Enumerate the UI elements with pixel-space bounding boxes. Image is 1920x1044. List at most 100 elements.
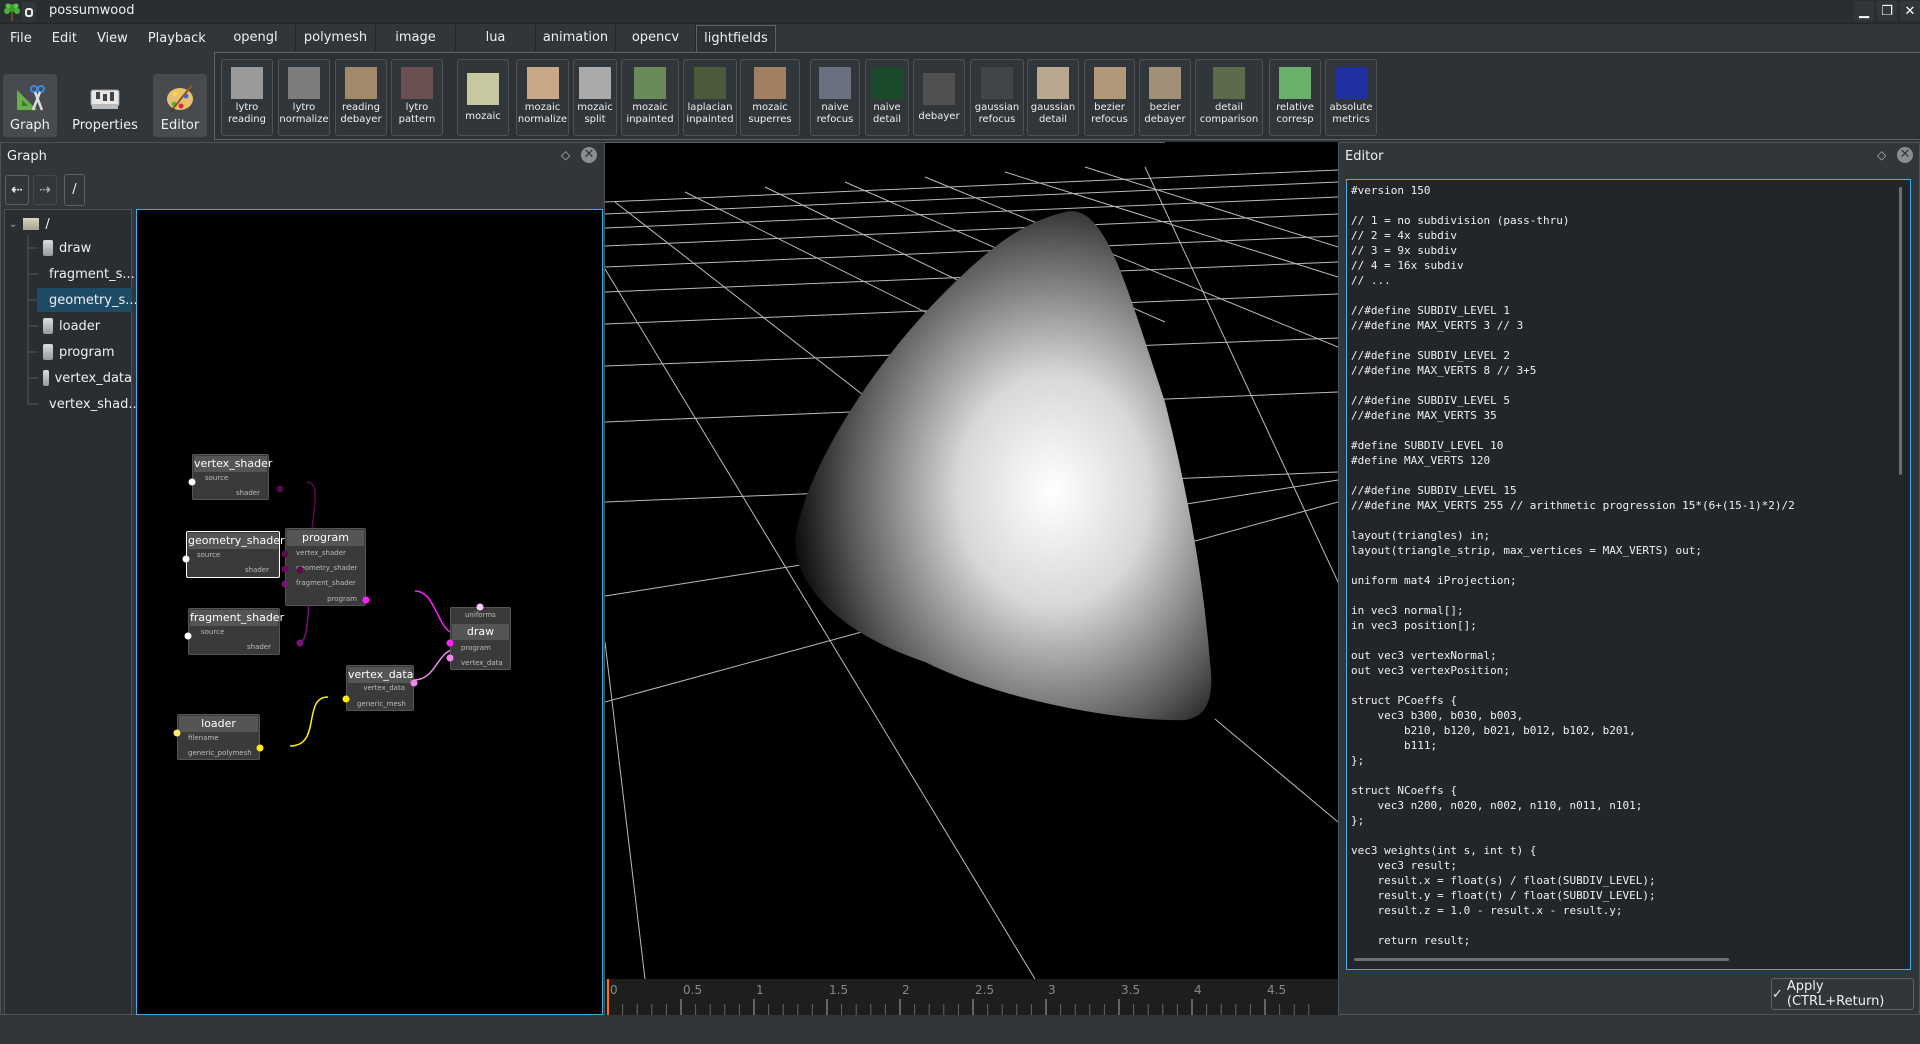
toolbar-button-mozaic-inpainted[interactable]: mozaic inpainted <box>621 59 679 136</box>
port-draw-uniforms <box>476 603 484 611</box>
tree-item-geometry-shader[interactable]: geometry_s... <box>37 288 138 312</box>
tree-item-label: vertex_shad... <box>49 396 141 412</box>
toolbar-button-gaussian-detail[interactable]: gaussian detail <box>1027 59 1079 136</box>
timeline[interactable]: 0 0.5 1 1.5 2 2.5 3 3.5 4 4.5 <box>605 979 1338 1015</box>
tree-item-label: loader <box>59 318 101 334</box>
code-editor[interactable]: #version 150 // 1 = no subdivision (pass… <box>1346 179 1911 970</box>
editor-dock-float-icon[interactable]: ◇ <box>1877 149 1889 161</box>
toolbar-button-label: naive detail <box>872 102 902 125</box>
toolbar-button-mozaic-superres[interactable]: mozaic superres <box>740 59 800 136</box>
toolbar-button-relative-corresp[interactable]: relative corresp <box>1269 59 1321 136</box>
toolbar-button-laplacian-inpainted[interactable]: laplacian inpainted <box>683 59 737 136</box>
apply-button[interactable]: ✓ Apply (CTRL+Return) <box>1771 978 1914 1010</box>
tab-polymesh[interactable]: polymesh <box>296 25 376 51</box>
toolbar-button-label: mozaic <box>465 111 501 122</box>
editor-mode-button[interactable]: Editor <box>153 74 207 137</box>
toolbar-button-label: detail comparison <box>1199 102 1259 125</box>
node-thumbnail-icon <box>754 67 786 99</box>
tree-item-draw[interactable]: draw <box>37 236 132 260</box>
toolbar-button-naive-detail[interactable]: naive detail <box>865 59 909 136</box>
menu-file[interactable]: File <box>0 28 42 50</box>
horizontal-scrollbar[interactable] <box>1354 958 1729 961</box>
node-thumbnail-icon <box>819 67 851 99</box>
forward-button[interactable]: ⇢ <box>33 175 57 205</box>
tree-item-vertex-shader[interactable]: vertex_shad... <box>37 392 141 416</box>
toolbar-button-debayer[interactable]: debayer <box>913 59 965 136</box>
tab-animation[interactable]: animation <box>536 25 616 51</box>
mode-buttons: Graph Properties Editor <box>3 74 207 137</box>
graph-mode-label: Graph <box>10 118 50 133</box>
graph-dock: Graph ◇ ✕ ⇠ ⇢ / ⌄ / draw fragment_s... g… <box>0 142 605 1015</box>
tree-root[interactable]: ⌄ / <box>5 212 50 236</box>
editor-dock-close-icon[interactable]: ✕ <box>1897 147 1913 163</box>
tab-image[interactable]: image <box>376 25 456 51</box>
node-thumbnail-icon <box>1213 67 1245 99</box>
tab-lightfields[interactable]: lightfields <box>696 25 776 52</box>
toolbar-button-reading-debayer[interactable]: reading debayer <box>335 59 387 136</box>
status-bar <box>0 1017 1920 1044</box>
graph-tools-icon <box>17 85 45 111</box>
lightfields-toolbar: lytro reading lytro normalize reading deba… <box>214 52 1920 140</box>
path-root-button[interactable]: / <box>64 174 85 206</box>
tree-item-program[interactable]: program <box>37 340 132 364</box>
toolbar-button-bezier-refocus[interactable]: bezier refocus <box>1084 59 1135 136</box>
3d-viewport[interactable] <box>604 141 1339 980</box>
editor-mode-label: Editor <box>160 118 200 133</box>
close-window-button[interactable]: ✕ <box>1900 1 1920 21</box>
toolbar-button-bezier-debayer[interactable]: bezier debayer <box>1139 59 1191 136</box>
toolbar-button-lytro-normalize[interactable]: lytro normalize <box>278 59 330 136</box>
toolbar-button-lytro-reading[interactable]: lytro reading <box>221 59 273 136</box>
tree-item-label: draw <box>59 240 92 256</box>
vertical-scrollbar[interactable] <box>1899 187 1902 475</box>
timeline-ruler <box>607 979 1310 1015</box>
restore-button[interactable]: ❐ <box>1877 1 1897 21</box>
tab-opengl[interactable]: opengl <box>216 25 296 51</box>
tree-item-vertex-data[interactable]: vertex_data <box>37 366 132 390</box>
menu-view[interactable]: View <box>87 28 138 50</box>
toolbar-button-absolute-metrics[interactable]: absolute metrics <box>1325 59 1377 136</box>
toolbar-button-mozaic[interactable]: mozaic <box>457 59 509 136</box>
toolbar-button-label: lytro reading <box>228 102 266 125</box>
timeline-tick-label: 0 <box>610 983 618 997</box>
toolbar-button-label: bezier debayer <box>1144 102 1186 125</box>
toolbar-button-naive-refocus[interactable]: naive refocus <box>810 59 860 136</box>
port-program-fragment <box>281 580 289 588</box>
timeline-tick-label: 3 <box>1048 983 1056 997</box>
graph-dock-close-icon[interactable]: ✕ <box>581 147 597 163</box>
chevron-down-icon[interactable]: ⌄ <box>9 219 17 230</box>
node-icon <box>43 344 53 360</box>
toolbar-button-lytro-pattern[interactable]: lytro pattern <box>391 59 443 136</box>
window-menu-button[interactable] <box>22 2 36 22</box>
toolbar-button-label: mozaic inpainted <box>626 102 674 125</box>
properties-sliders-icon <box>90 89 120 109</box>
toolbar-button-label: mozaic superres <box>748 102 792 125</box>
toolbar-button-gaussian-refocus[interactable]: gaussian refocus <box>970 59 1024 136</box>
node-graph-canvas[interactable]: vertex_shader source shader geometry_sha… <box>136 209 603 1015</box>
tree-item-loader[interactable]: loader <box>37 314 132 338</box>
toolbar-button-mozaic-normalize[interactable]: mozaic normalize <box>516 59 569 136</box>
toolbar-button-detail-comparison[interactable]: detail comparison <box>1195 59 1263 136</box>
back-button[interactable]: ⇠ <box>5 175 29 205</box>
menu-bar: File Edit View Playback <box>0 28 216 50</box>
graph-dock-float-icon[interactable]: ◇ <box>561 149 573 161</box>
port-fragment-shader-out <box>296 639 304 647</box>
tree-item-label: fragment_s... <box>49 266 135 282</box>
port-draw-vertex-data <box>446 654 454 662</box>
minimize-button[interactable]: ▁ <box>1854 1 1874 21</box>
port-program-geometry <box>281 565 289 573</box>
menu-playback[interactable]: Playback <box>138 28 216 50</box>
toolbar-button-label: lytro normalize <box>279 102 329 125</box>
toolbar-button-label: naive refocus <box>816 102 854 125</box>
menu-edit[interactable]: Edit <box>42 28 87 50</box>
tab-lua[interactable]: lua <box>456 25 536 51</box>
tree-item-fragment-shader[interactable]: fragment_s... <box>37 262 135 286</box>
port-vertex-data-mesh <box>342 695 350 703</box>
toolbar-button-mozaic-split[interactable]: mozaic split <box>573 59 617 136</box>
graph-ports <box>173 478 484 752</box>
graph-mode-button[interactable]: Graph <box>3 74 57 137</box>
properties-mode-button[interactable]: Properties <box>67 74 143 137</box>
node-thumbnail-icon <box>634 67 666 99</box>
code-text[interactable]: #version 150 // 1 = no subdivision (pass… <box>1347 180 1910 951</box>
toolbar-button-label: mozaic normalize <box>517 102 568 125</box>
tab-opencv[interactable]: opencv <box>616 25 696 51</box>
